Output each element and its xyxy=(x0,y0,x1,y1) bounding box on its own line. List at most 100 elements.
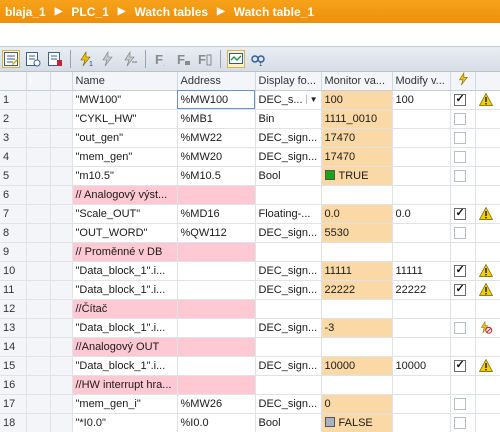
table-row[interactable]: 3 "out_gen" %MW22 DEC_sign... 17470 xyxy=(0,128,500,148)
address-cell[interactable] xyxy=(177,261,256,281)
modify-value-cell[interactable] xyxy=(392,128,451,148)
modify-value-cell[interactable]: 11111 xyxy=(392,261,451,281)
modify-checkbox[interactable] xyxy=(453,397,466,410)
table-row[interactable]: 15 "Data_block_1".i... DEC_sign... 10000 100… xyxy=(0,356,500,376)
display-format-cell[interactable]: DEC_sign... xyxy=(255,280,322,300)
row-selector[interactable] xyxy=(26,223,51,243)
modify-value-cell[interactable] xyxy=(392,242,451,262)
modify-checkbox-cell[interactable] xyxy=(450,413,476,432)
modify-value-cell[interactable] xyxy=(392,185,451,205)
modify-checkbox-cell[interactable] xyxy=(450,147,476,167)
select-column-icon[interactable] xyxy=(2,50,20,68)
modify-checkbox-cell[interactable] xyxy=(450,90,476,110)
row-number[interactable]: 17 xyxy=(0,394,27,414)
row-number[interactable]: 4 xyxy=(0,147,27,167)
row-number[interactable]: 7 xyxy=(0,204,27,224)
row-number[interactable]: 11 xyxy=(0,280,27,300)
modify-checkbox[interactable] xyxy=(453,92,466,106)
force-all-icon[interactable]: F xyxy=(174,50,192,68)
modify-checkbox-cell[interactable] xyxy=(450,128,476,148)
modify-value-cell[interactable] xyxy=(392,375,451,395)
display-format-cell[interactable] xyxy=(255,299,322,319)
table-row[interactable]: 4 "mem_gen" %MW20 DEC_sign... 17470 xyxy=(0,147,500,167)
row-number[interactable]: 5 xyxy=(0,166,27,186)
address-cell[interactable] xyxy=(177,242,256,262)
row-selector[interactable] xyxy=(26,242,51,262)
address-cell[interactable]: %MD16 xyxy=(177,204,256,224)
modify-checkbox-cell[interactable] xyxy=(450,318,476,338)
address-cell[interactable]: %MW22 xyxy=(177,128,256,148)
header-address[interactable]: Address xyxy=(177,72,256,91)
display-format-cell[interactable] xyxy=(255,337,322,357)
modify-value-cell[interactable]: 100 xyxy=(392,90,451,110)
modify-value-cell[interactable]: 22222 xyxy=(392,280,451,300)
modify-value-cell[interactable]: 10000 xyxy=(392,356,451,376)
display-format-cell[interactable] xyxy=(255,375,322,395)
display-format-cell[interactable] xyxy=(255,242,322,262)
modify-value-cell[interactable] xyxy=(392,337,451,357)
table-row[interactable]: 1 "MW100" %MW100 DEC_s... ▼ 100 100 xyxy=(0,90,500,110)
row-number[interactable]: 10 xyxy=(0,261,27,281)
modify-checkbox[interactable] xyxy=(453,150,466,163)
monitor-once-icon[interactable]: 1 xyxy=(249,50,267,68)
dropdown-arrow-icon[interactable]: ▼ xyxy=(305,95,318,104)
modify-value-cell[interactable] xyxy=(392,413,451,432)
breadcrumb-item-watch-table[interactable]: Watch table_1 xyxy=(234,5,314,19)
display-format-cell[interactable] xyxy=(255,185,322,205)
comment-cell[interactable]: // Analogový výst... xyxy=(72,185,178,205)
name-cell[interactable]: "OUT_WORD" xyxy=(72,223,178,243)
display-format-cell[interactable]: Floating-... xyxy=(255,204,322,224)
row-number[interactable]: 14 xyxy=(0,337,27,357)
row-selector[interactable] xyxy=(26,204,51,224)
header-display-format[interactable]: Display fo... xyxy=(255,72,322,91)
modify-trigger-icon[interactable] xyxy=(121,50,139,68)
address-cell[interactable]: %MW100 xyxy=(177,90,256,110)
table-row[interactable]: 7 "Scale_OUT" %MD16 Floating-... 0.0 0.0 xyxy=(0,204,500,224)
modify-value-cell[interactable] xyxy=(392,223,451,243)
address-cell[interactable]: %MB1 xyxy=(177,109,256,129)
name-cell[interactable]: "mem_gen" xyxy=(72,147,178,167)
comment-cell[interactable]: // Proměnné v DB xyxy=(72,242,178,262)
row-number[interactable]: 9 xyxy=(0,242,27,262)
comment-row[interactable]: 12 //Čítač xyxy=(0,299,500,319)
header-modify-icon[interactable] xyxy=(450,72,476,91)
modify-once-icon[interactable] xyxy=(99,50,117,68)
modify-checkbox-cell[interactable] xyxy=(450,109,476,129)
row-number[interactable]: 15 xyxy=(0,356,27,376)
address-cell[interactable] xyxy=(177,280,256,300)
display-format-cell[interactable]: DEC_sign... xyxy=(255,356,322,376)
modify-checkbox[interactable] xyxy=(453,169,466,182)
display-format-cell[interactable]: DEC_sign... xyxy=(255,128,322,148)
modify-checkbox[interactable] xyxy=(453,263,466,277)
address-cell[interactable]: %MW26 xyxy=(177,394,256,414)
modify-checkbox-cell[interactable] xyxy=(450,356,476,376)
address-cell[interactable]: %MW20 xyxy=(177,147,256,167)
breadcrumb-item-plc[interactable]: PLC_1 xyxy=(71,5,108,19)
display-format-cell[interactable]: Bin xyxy=(255,109,322,129)
name-cell[interactable]: "Data_block_1".i... xyxy=(72,318,178,338)
comment-cell[interactable]: //Čítač xyxy=(72,299,178,319)
modify-checkbox-cell[interactable] xyxy=(450,280,476,300)
row-number[interactable]: 1 xyxy=(0,90,27,110)
address-cell[interactable] xyxy=(177,185,256,205)
display-format-dropdown[interactable]: DEC_s... ▼ xyxy=(255,90,322,110)
row-number[interactable]: 3 xyxy=(0,128,27,148)
display-format-cell[interactable]: DEC_sign... xyxy=(255,223,322,243)
table-row[interactable]: 10 "Data_block_1".i... DEC_sign... 11111 111… xyxy=(0,261,500,281)
row-selector[interactable] xyxy=(26,261,51,281)
breadcrumb-item-project[interactable]: blaja_1 xyxy=(5,5,46,19)
modify-checkbox[interactable] xyxy=(453,282,466,296)
name-cell[interactable]: "Data_block_1".i... xyxy=(72,280,178,300)
stop-force-icon[interactable]: F xyxy=(196,50,214,68)
modify-checkbox-cell[interactable] xyxy=(450,223,476,243)
modify-value-cell[interactable] xyxy=(392,394,451,414)
comment-cell[interactable]: //Analogový OUT xyxy=(72,337,178,357)
display-format-cell[interactable]: Bool xyxy=(255,166,322,186)
name-cell[interactable]: "Data_block_1".i... xyxy=(72,261,178,281)
modify-checkbox-cell[interactable] xyxy=(450,261,476,281)
row-selector[interactable] xyxy=(26,147,51,167)
address-cell[interactable] xyxy=(177,299,256,319)
table-row[interactable]: 17 "mem_gen_i" %MW26 DEC_sign... 0 xyxy=(0,394,500,414)
row-selector[interactable] xyxy=(26,375,51,395)
header-name[interactable]: Name xyxy=(72,72,178,91)
